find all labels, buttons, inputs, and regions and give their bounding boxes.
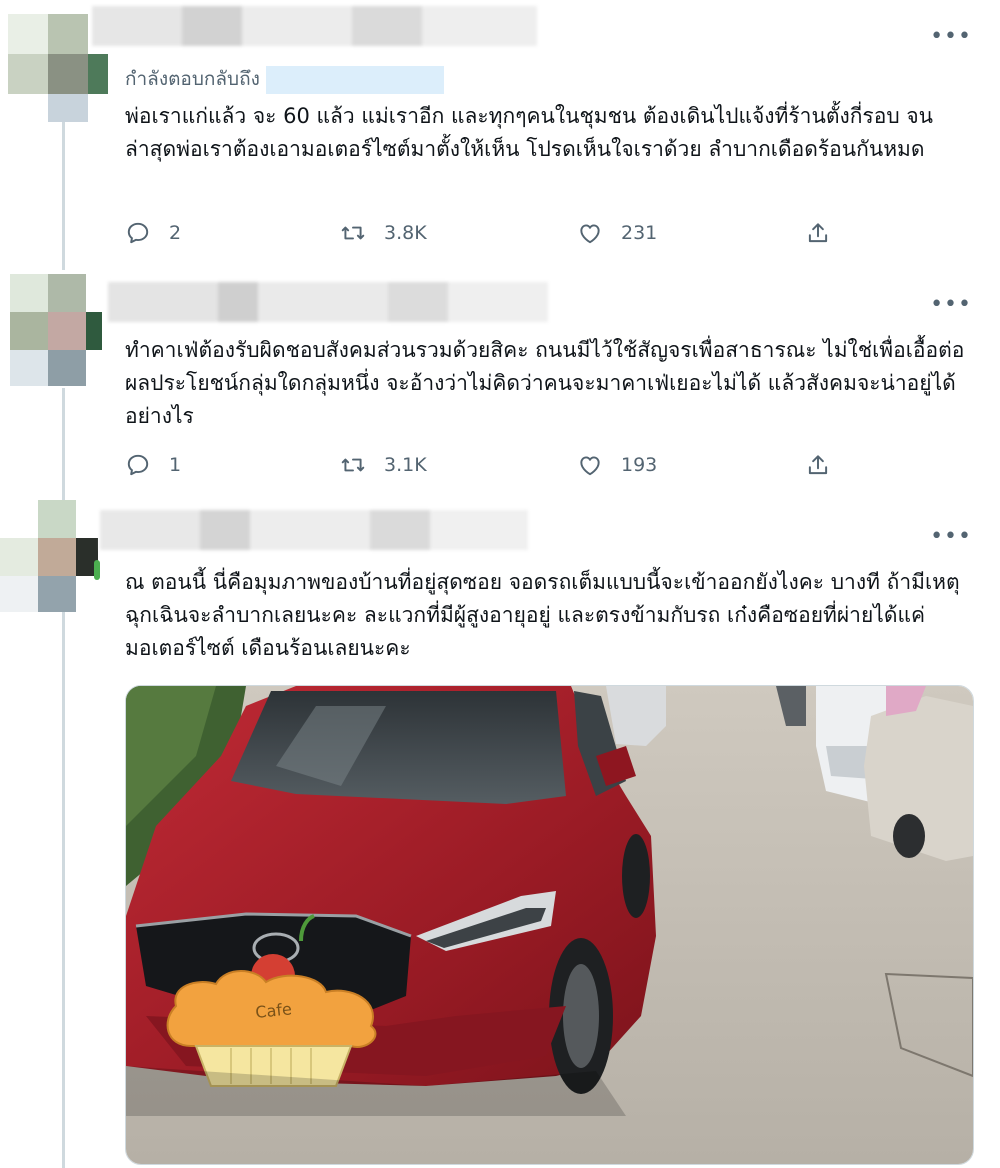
replying-to-label: กำลังตอบกลับถึง (125, 64, 444, 94)
blurred-display-name (92, 6, 537, 46)
blurred-display-name (108, 282, 548, 322)
thread-line (62, 612, 65, 1168)
parked-car-photo: Cafe (126, 686, 973, 1164)
retweet-button[interactable]: 3.8K (340, 220, 427, 246)
retweet-arrows-icon (341, 458, 365, 472)
share-upload-icon (808, 223, 828, 243)
more-options-icon[interactable]: ••• (930, 526, 972, 548)
retweet-count: 3.8K (384, 222, 427, 244)
tweet-text: ณ ตอนนี้ นี่คือมุมภาพของบ้านที่อยู่สุดซอ… (125, 570, 960, 660)
more-options-icon[interactable]: ••• (930, 26, 972, 48)
retweet-button[interactable]: 3.1K (340, 452, 427, 478)
like-count: 231 (621, 222, 658, 244)
heart-icon (580, 224, 600, 244)
share-button[interactable] (805, 220, 849, 246)
more-options-icon[interactable]: ••• (930, 294, 972, 316)
speech-bubble-icon (127, 454, 149, 476)
avatar[interactable] (10, 274, 102, 386)
share-upload-icon (808, 455, 828, 475)
tweet-text: พ่อเราแก่แล้ว จะ 60 แล้ว แม่เราอีก และทุ… (125, 104, 933, 161)
like-button[interactable]: 193 (577, 452, 657, 478)
tweet-text: ทำคาเฟ่ต้องรับผิดชอบสังคมส่วนรวมด้วยสิคะ… (125, 338, 965, 428)
reply-count: 2 (169, 222, 182, 244)
blurred-display-name (100, 510, 528, 550)
reply-button[interactable]: 1 (125, 452, 181, 478)
speech-bubble-icon (127, 222, 149, 244)
thread-line (62, 388, 65, 500)
reply-count: 1 (169, 454, 182, 476)
retweet-count: 3.1K (384, 454, 427, 476)
like-count: 193 (621, 454, 658, 476)
reply-button[interactable]: 2 (125, 220, 181, 246)
sticker-text: Cafe (254, 999, 292, 1022)
share-button[interactable] (805, 452, 849, 478)
heart-icon (580, 456, 600, 476)
thread-line (62, 120, 65, 270)
blurred-handle[interactable] (265, 65, 444, 94)
retweet-arrows-icon (341, 226, 365, 240)
tweet-photo[interactable]: Cafe (125, 685, 974, 1165)
avatar[interactable] (0, 500, 104, 612)
like-button[interactable]: 231 (577, 220, 657, 246)
replying-to-text: กำลังตอบกลับถึง (125, 68, 260, 90)
